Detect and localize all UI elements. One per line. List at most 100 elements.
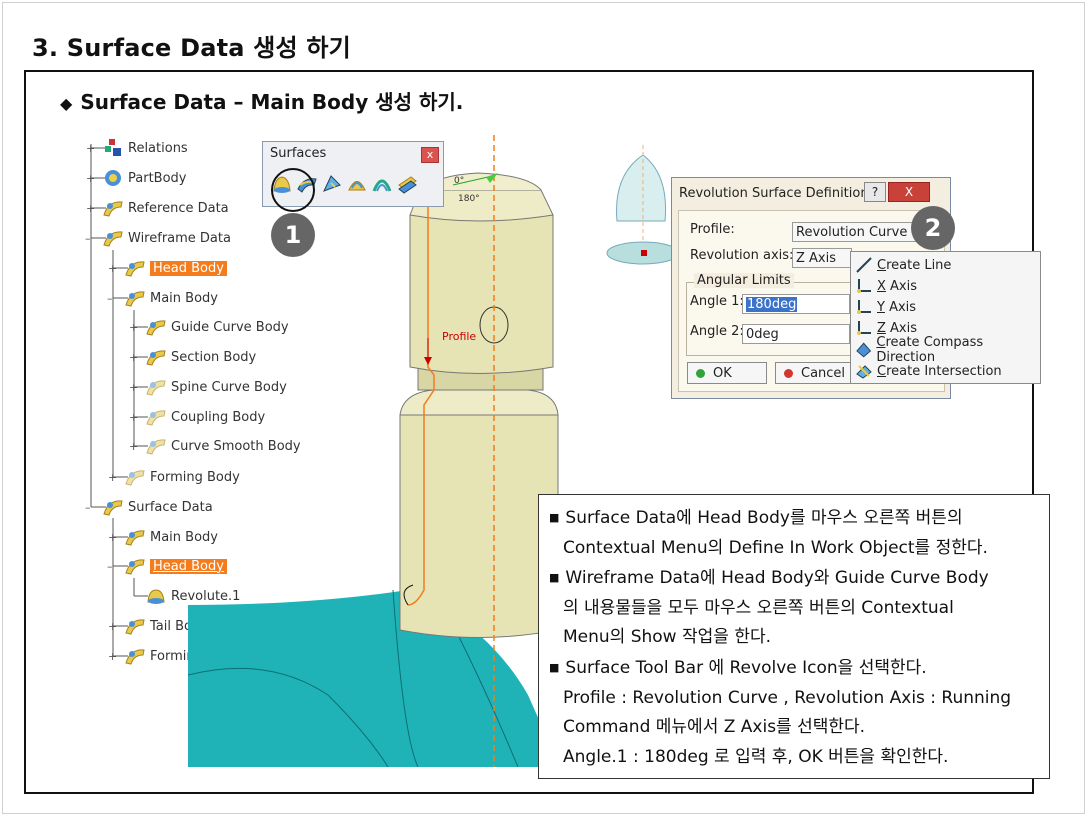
square-bullet-icon: ■ [549, 511, 560, 524]
note-line: Menu의 Show 작업을 한다. [563, 627, 772, 648]
menu-item-y-axis[interactable]: Y Axis [855, 297, 916, 317]
angle-1-label: Angle 1: [690, 294, 744, 309]
geometrical-set-hidden-icon [146, 410, 166, 426]
geometrical-set-icon [146, 350, 166, 366]
svg-text:–: – [85, 501, 91, 514]
square-bullet-icon: ■ [549, 660, 560, 674]
svg-text:+: + [108, 650, 117, 663]
profile-field[interactable]: Revolution Curve [792, 222, 916, 242]
geometrical-set-icon [125, 649, 145, 665]
svg-text:+: + [129, 381, 138, 394]
note-line: ■ Wireframe Data에 Head Body와 Guide Curve … [549, 568, 989, 589]
compass-icon [856, 342, 872, 358]
angular-limits-label: Angular Limits [694, 273, 794, 288]
axis-z-icon [857, 321, 871, 335]
intersection-icon [856, 365, 872, 379]
upper-cylinder [409, 214, 554, 374]
tree-item-label: Relations [128, 140, 188, 156]
svg-text:–: – [85, 232, 91, 245]
revolve-surface-icon [147, 589, 165, 604]
menu-item-create-compass-direction[interactable]: Create Compass Direction [855, 335, 1040, 365]
subtitle-text: Surface Data – Main Body 생성 하기. [80, 90, 464, 114]
geometrical-set-icon [125, 291, 145, 307]
cancel-label: Cancel [801, 366, 846, 381]
offset-icon[interactable] [396, 172, 418, 196]
revolution-axis-label: Revolution axis: [690, 248, 794, 263]
geometrical-set-icon [125, 261, 145, 277]
svg-text:+: + [86, 202, 95, 215]
angle-1-field[interactable]: 180deg [742, 294, 850, 314]
svg-text:+: + [129, 440, 138, 453]
note-line: Angle.1 : 180deg 로 입력 후, OK 버튼을 확인한다. [563, 746, 949, 767]
note-line: Contextual Menu의 Define In Work Object를 … [563, 537, 988, 558]
tree-item-label: PartBody [128, 170, 187, 186]
angle-1-value: 180deg [746, 297, 798, 312]
angle-2-field[interactable]: 0deg [742, 324, 850, 344]
axis-y-icon [857, 300, 871, 314]
svg-text:–: – [107, 292, 113, 305]
ok-button[interactable]: OK [687, 362, 767, 384]
svg-text:+: + [108, 531, 117, 544]
geometrical-set-icon [125, 530, 145, 546]
close-icon[interactable]: x [421, 147, 439, 163]
geometrical-set-icon [103, 201, 123, 217]
geometrical-set-icon [125, 619, 145, 635]
note-line: Profile : Revolution Curve , Revolution … [563, 687, 1012, 708]
ok-dot-icon [696, 369, 705, 378]
note-line: ■ Surface Data에 Head Body를 마우스 오른쪽 버튼의 [549, 508, 963, 528]
geometrical-set-hidden-icon [146, 439, 166, 455]
square-bullet-icon: ■ [549, 571, 560, 585]
menu-item-create-line[interactable]: Create Line [855, 255, 951, 275]
menu-item-create-intersection[interactable]: Create Intersection [855, 361, 1002, 381]
revolution-axis-field[interactable]: Z Axis [792, 248, 852, 268]
svg-text:+: + [108, 471, 117, 484]
svg-text:+: + [129, 411, 138, 424]
slide-title: 3. Surface Data 생성 하기 [32, 34, 351, 62]
toolbar-title: Surfaces [270, 146, 327, 161]
geometrical-set-icon [146, 320, 166, 336]
dialog-title: Revolution Surface Definition [679, 186, 869, 201]
cancel-button[interactable]: Cancel [775, 362, 855, 384]
line-icon [856, 257, 872, 273]
fill-icon[interactable] [321, 172, 343, 196]
partbody-icon [105, 170, 121, 186]
note-line: ■ Surface Tool Bar 에 Revolve Icon을 선택한다. [549, 657, 927, 678]
svg-text:+: + [129, 321, 138, 334]
svg-text:+: + [108, 620, 117, 633]
svg-text:180°: 180° [458, 194, 480, 204]
highlight-ring [271, 168, 315, 212]
svg-text:0°: 0° [454, 176, 464, 186]
preview-surface [606, 145, 675, 265]
svg-text:+: + [86, 142, 95, 155]
svg-text:+: + [86, 172, 95, 185]
section-subtitle: ◆ Surface Data – Main Body 생성 하기. [60, 86, 463, 115]
cancel-dot-icon [784, 369, 793, 378]
svg-text:+: + [108, 262, 117, 275]
callout-1-badge: 1 [271, 213, 315, 257]
relations-icon [105, 139, 121, 156]
svg-text:+: + [129, 351, 138, 364]
profile-label: Profile: [690, 222, 735, 237]
angle-2-label: Angle 2: [690, 324, 744, 339]
tree-item-partbody[interactable]: PartBody [102, 167, 186, 189]
geometrical-set-icon [103, 231, 123, 247]
note-line: 의 내용물들을 모두 마우스 오른쪽 버튼의 Contextual [563, 597, 954, 618]
3d-viewport[interactable]: Profile 0° 180° [188, 135, 588, 767]
note-line: Command 메뉴에서 Z Axis를 선택한다. [563, 717, 866, 738]
axis-x-icon [857, 279, 871, 293]
callout-2-badge: 2 [911, 206, 955, 250]
geometrical-set-hidden-icon [125, 470, 145, 486]
tree-item-relations[interactable]: Relations [102, 137, 188, 159]
blend-icon[interactable] [371, 172, 393, 196]
close-icon[interactable]: X [888, 182, 930, 202]
geometrical-set-hidden-icon [146, 380, 166, 396]
instruction-note: ■ Surface Data에 Head Body를 마우스 오른쪽 버튼의 Co… [538, 494, 1050, 779]
axis-context-menu[interactable]: Create Line X Axis Y Axis Z Axis Create … [850, 251, 1041, 384]
geometrical-set-icon [103, 500, 123, 516]
help-icon[interactable]: ? [864, 182, 886, 202]
ok-label: OK [713, 366, 732, 381]
menu-item-x-axis[interactable]: X Axis [855, 276, 917, 296]
diamond-bullet-icon: ◆ [60, 94, 73, 113]
multi-section-icon[interactable] [346, 172, 368, 196]
geometrical-set-icon [125, 559, 145, 575]
